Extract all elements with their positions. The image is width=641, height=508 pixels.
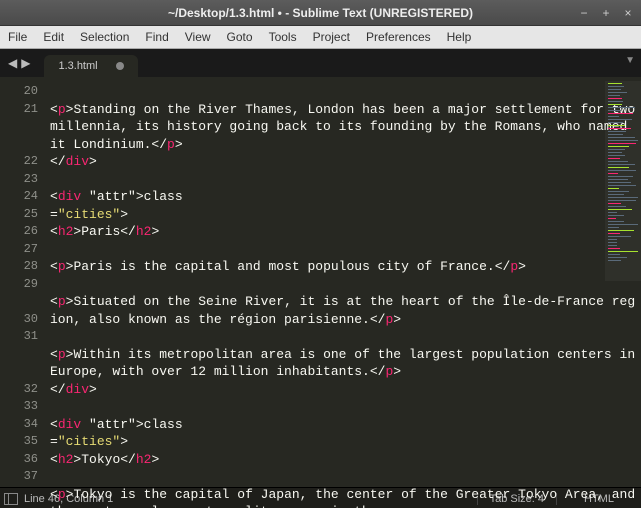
menu-preferences[interactable]: Preferences bbox=[358, 30, 439, 44]
panels-icon[interactable] bbox=[4, 493, 18, 505]
menu-file[interactable]: File bbox=[0, 30, 35, 44]
maximize-icon[interactable]: + bbox=[597, 6, 615, 20]
menu-selection[interactable]: Selection bbox=[72, 30, 137, 44]
editor[interactable]: 2021 2223242526272829 3031 323334353637 … bbox=[0, 77, 641, 487]
menu-goto[interactable]: Goto bbox=[219, 30, 261, 44]
nav-forward-icon[interactable]: ▶ bbox=[19, 56, 32, 70]
tabs-menu-icon[interactable]: ▼ bbox=[625, 55, 635, 66]
window-controls: − + × bbox=[575, 6, 637, 20]
line-gutter: 2021 2223242526272829 3031 323334353637 bbox=[0, 77, 44, 487]
tab-label: 1.3.html bbox=[58, 60, 97, 72]
tab-nav-arrows: ◀ ▶ bbox=[0, 49, 38, 77]
menu-help[interactable]: Help bbox=[439, 30, 480, 44]
menu-tools[interactable]: Tools bbox=[261, 30, 305, 44]
window-titlebar: ~/Desktop/1.3.html • - Sublime Text (UNR… bbox=[0, 0, 641, 26]
code-content[interactable]: <p>Standing on the River Thames, London … bbox=[44, 77, 641, 487]
window-title: ~/Desktop/1.3.html • - Sublime Text (UNR… bbox=[168, 6, 473, 20]
menu-project[interactable]: Project bbox=[305, 30, 358, 44]
menubar: File Edit Selection Find View Goto Tools… bbox=[0, 26, 641, 49]
tab-file[interactable]: 1.3.html bbox=[44, 55, 137, 77]
menu-edit[interactable]: Edit bbox=[35, 30, 72, 44]
tab-strip: ◀ ▶ 1.3.html ▼ bbox=[0, 49, 641, 77]
minimize-icon[interactable]: − bbox=[575, 6, 593, 20]
menu-view[interactable]: View bbox=[177, 30, 219, 44]
close-icon[interactable]: × bbox=[619, 6, 637, 20]
menu-find[interactable]: Find bbox=[137, 30, 176, 44]
dirty-indicator-icon bbox=[116, 62, 124, 70]
nav-back-icon[interactable]: ◀ bbox=[6, 56, 19, 70]
